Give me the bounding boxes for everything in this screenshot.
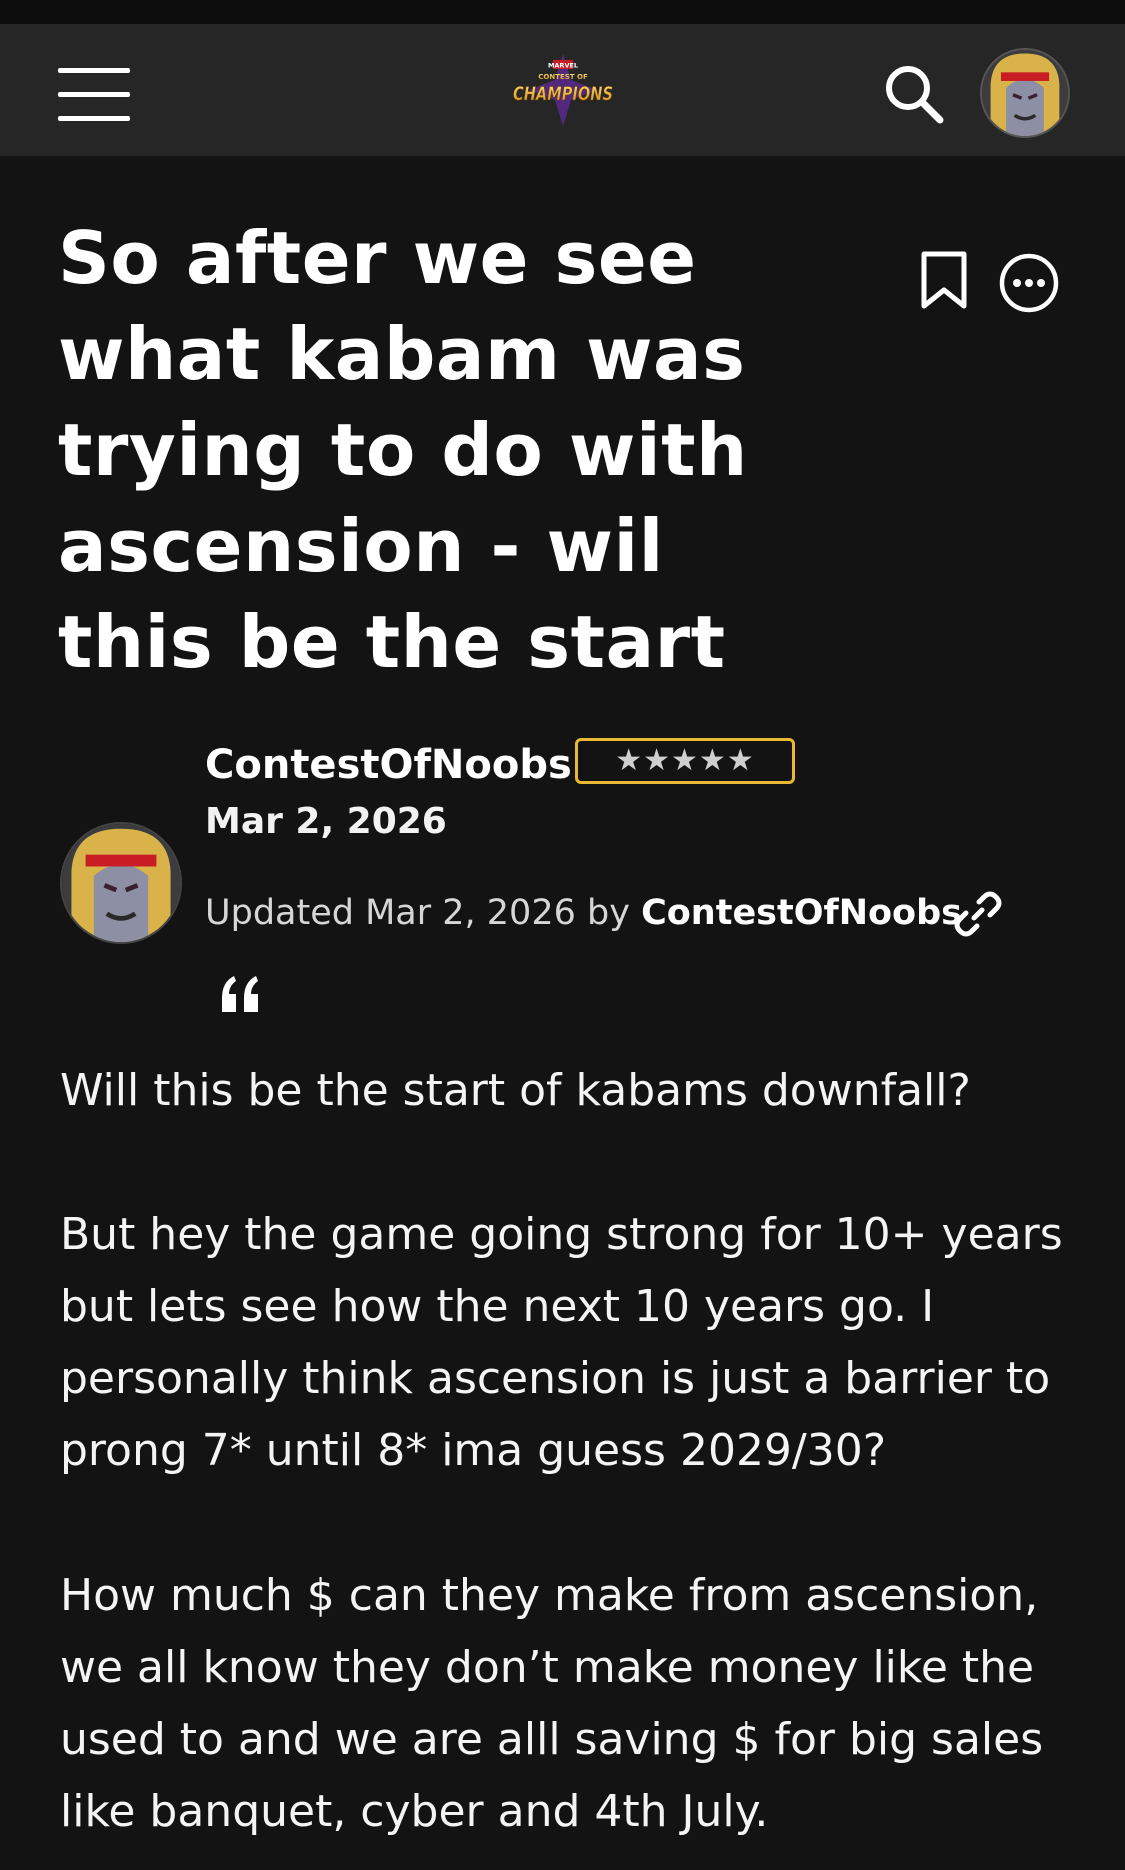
quote-icon xyxy=(222,976,258,1012)
updated-by: by xyxy=(575,893,642,933)
link-icon[interactable] xyxy=(952,888,1004,940)
updated-date: Mar 2, 2026 xyxy=(365,893,576,933)
updated-author-link[interactable]: ContestOfNoobs xyxy=(641,893,962,933)
post-paragraph-1: Will this be the start of kabams downfal… xyxy=(60,1065,971,1116)
svg-text:CONTEST OF: CONTEST OF xyxy=(538,73,588,81)
post-date: Mar 2, 2026 xyxy=(205,801,447,842)
post-paragraph-2: But hey the game going strong for 10+ ye… xyxy=(60,1209,1063,1476)
user-avatar-image xyxy=(982,50,1068,136)
updated-info: Updated Mar 2, 2026 by ContestOfNoobs xyxy=(205,888,962,938)
status-bar xyxy=(0,0,1125,24)
more-options-icon[interactable] xyxy=(998,252,1060,314)
author-avatar-image xyxy=(62,824,180,942)
author-name-link[interactable]: ContestOfNoobs xyxy=(205,738,572,792)
post-paragraph-3: How much $ can they make from ascension,… xyxy=(60,1570,1044,1837)
updated-prefix: Updated xyxy=(205,893,366,933)
contest-of-champions-logo[interactable]: MARVEL CONTEST OF CHAMPIONS xyxy=(505,50,621,130)
svg-text:CHAMPIONS: CHAMPIONS xyxy=(513,83,613,105)
author-avatar[interactable] xyxy=(60,822,182,944)
bookmark-icon[interactable] xyxy=(918,250,970,310)
user-avatar[interactable] xyxy=(980,48,1070,138)
hamburger-menu-icon[interactable] xyxy=(58,66,134,122)
post-title: So after we see what kabam was trying to… xyxy=(58,216,748,684)
search-icon[interactable] xyxy=(882,62,946,126)
svg-text:MARVEL: MARVEL xyxy=(548,62,578,70)
rank-badge: ★★★★★ xyxy=(575,738,795,784)
top-navigation-bar: MARVEL CONTEST OF CHAMPIONS xyxy=(0,24,1125,156)
